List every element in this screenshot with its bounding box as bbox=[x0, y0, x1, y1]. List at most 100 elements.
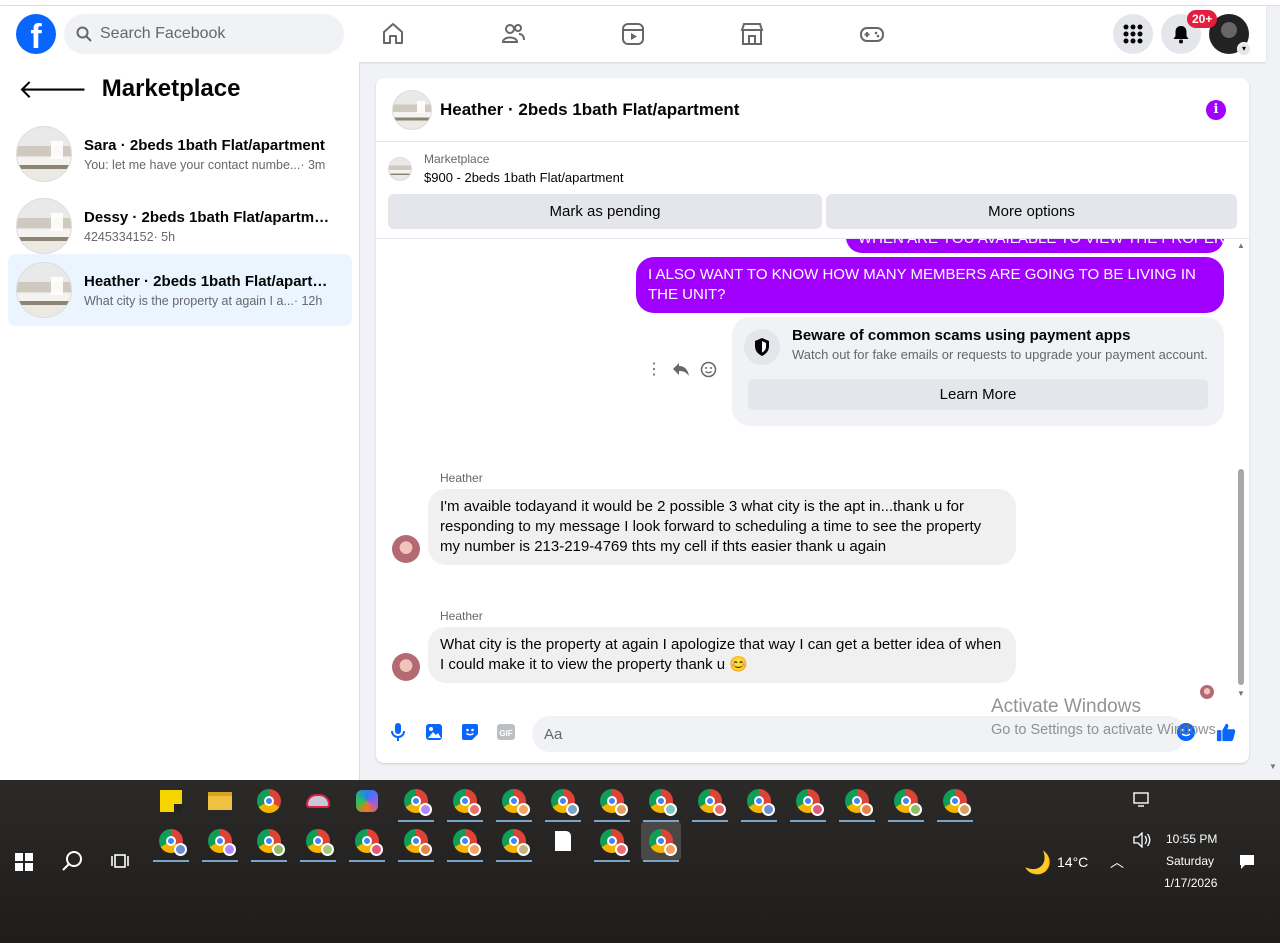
clock-time[interactable]: 10:55 PM bbox=[1166, 832, 1217, 846]
chrome-profile-window[interactable] bbox=[592, 822, 632, 862]
chrome-profile-window[interactable] bbox=[690, 782, 730, 822]
chat-title[interactable]: Heather · 2beds 1bath Flat/apartment bbox=[440, 100, 739, 120]
home-icon[interactable] bbox=[379, 20, 407, 48]
conversation-snippet: 4245334152 bbox=[84, 229, 154, 244]
chrome-profile-window[interactable] bbox=[200, 822, 240, 862]
more-icon[interactable]: ⋮ bbox=[646, 359, 662, 379]
microphone-icon[interactable] bbox=[388, 722, 408, 742]
conversation-time: · 3m bbox=[300, 157, 326, 172]
chrome-profile-window[interactable] bbox=[543, 782, 583, 822]
copilot-app[interactable] bbox=[347, 782, 387, 820]
sender-name: Heather bbox=[440, 609, 483, 623]
message-thread[interactable]: WHEN ARE YOU AVAILABLE TO VIEW THE PROPE… bbox=[376, 238, 1249, 700]
chrome-profile-window-active[interactable] bbox=[641, 822, 681, 862]
chrome-profile-window[interactable] bbox=[494, 822, 534, 862]
reply-icon[interactable] bbox=[672, 361, 690, 377]
mark-as-pending-button[interactable]: Mark as pending bbox=[388, 194, 822, 229]
search-box[interactable] bbox=[64, 14, 344, 54]
app-icon[interactable] bbox=[298, 782, 338, 820]
chrome-profile-window[interactable] bbox=[347, 822, 387, 862]
sender-name: Heather bbox=[440, 471, 483, 485]
sticky-notes-icon bbox=[160, 790, 182, 812]
conversation-title: Heather · 2beds 1bath Flat/apartm... bbox=[84, 272, 336, 290]
notification-center-icon bbox=[1240, 855, 1254, 869]
file-explorer-app[interactable] bbox=[200, 782, 240, 820]
chrome-profile-window[interactable] bbox=[445, 822, 485, 862]
chevron-up-icon[interactable]: ︿ bbox=[1110, 852, 1124, 872]
windows-start-button[interactable] bbox=[15, 853, 33, 876]
more-options-button[interactable]: More options bbox=[826, 194, 1237, 229]
learn-more-button[interactable]: Learn More bbox=[748, 379, 1208, 410]
chrome-profile-window[interactable] bbox=[886, 782, 926, 822]
chrome-profile-window[interactable] bbox=[837, 782, 877, 822]
chrome-profile-window[interactable] bbox=[396, 822, 436, 862]
chrome-profile-window[interactable] bbox=[935, 782, 975, 822]
svg-text:GIF: GIF bbox=[499, 729, 512, 738]
conversation-item-dessy[interactable]: Dessy · 2beds 1bath Flat/apartment 42453… bbox=[8, 190, 352, 262]
facebook-logo[interactable]: f bbox=[16, 14, 56, 54]
react-emoji-icon[interactable] bbox=[700, 361, 717, 378]
document-icon bbox=[555, 831, 571, 851]
emoji-icon[interactable] bbox=[1176, 722, 1196, 742]
chrome-profile-window[interactable] bbox=[494, 782, 534, 822]
moon-weather-icon[interactable]: 🌙 bbox=[1024, 850, 1051, 876]
outgoing-message: I ALSO WANT TO KNOW HOW MANY MEMBERS ARE… bbox=[636, 257, 1224, 313]
sticker-icon[interactable] bbox=[460, 722, 480, 742]
chrome-profile-window[interactable] bbox=[445, 782, 485, 822]
chat-avatar[interactable] bbox=[392, 89, 432, 130]
chrome-profile-window[interactable] bbox=[788, 782, 828, 822]
page-scroll-down-arrow[interactable]: ▼ bbox=[1269, 762, 1277, 771]
chevron-down-icon: ▾ bbox=[1237, 42, 1251, 56]
sticky-notes-app[interactable] bbox=[151, 782, 191, 820]
message-input[interactable] bbox=[532, 716, 1186, 752]
chrome-profile-window[interactable] bbox=[592, 782, 632, 822]
chat-window: Heather · 2beds 1bath Flat/apartment i M… bbox=[376, 78, 1249, 763]
scroll-down-arrow[interactable]: ▼ bbox=[1237, 689, 1245, 698]
shield-icon bbox=[744, 329, 780, 365]
friends-icon[interactable] bbox=[499, 20, 527, 48]
chrome-profile-window[interactable] bbox=[298, 822, 338, 862]
weather-temperature[interactable]: 14°C bbox=[1057, 854, 1088, 870]
info-icon[interactable]: i bbox=[1206, 100, 1226, 120]
clock-date[interactable]: 1/17/2026 bbox=[1164, 876, 1217, 890]
chrome-profile-window[interactable] bbox=[151, 822, 191, 862]
listing-label: Marketplace bbox=[424, 152, 490, 166]
video-icon[interactable] bbox=[619, 20, 647, 48]
taskbar-search-button[interactable] bbox=[61, 850, 83, 877]
chrome-profile-window[interactable] bbox=[396, 782, 436, 822]
facebook-top-bar: f 20+ ▾ bbox=[0, 6, 1266, 62]
volume-icon[interactable] bbox=[1132, 831, 1152, 853]
chrome-profile-window[interactable] bbox=[739, 782, 779, 822]
sender-avatar[interactable] bbox=[392, 653, 420, 681]
chrome-app[interactable] bbox=[249, 782, 289, 820]
task-view-button[interactable] bbox=[110, 852, 130, 875]
action-center-button[interactable] bbox=[1239, 854, 1255, 875]
sender-avatar[interactable] bbox=[392, 535, 420, 563]
thumbs-up-icon[interactable] bbox=[1216, 722, 1236, 742]
conversation-item-heather[interactable]: Heather · 2beds 1bath Flat/apartm... Wha… bbox=[8, 254, 352, 326]
page-scrollbar[interactable]: ▼ bbox=[1266, 62, 1280, 780]
chrome-profile-window[interactable] bbox=[641, 782, 681, 822]
clock-day[interactable]: Saturday bbox=[1166, 854, 1214, 868]
back-arrow-icon[interactable]: 🡐 bbox=[18, 74, 88, 104]
message-composer: GIF bbox=[376, 704, 1249, 760]
outgoing-message-partial: WHEN ARE YOU AVAILABLE TO VIEW THE PROPE… bbox=[846, 239, 1224, 253]
photo-icon[interactable] bbox=[424, 722, 444, 742]
conversation-item-sara[interactable]: Sara · 2beds 1bath Flat/apartment You: l… bbox=[8, 118, 352, 190]
gaming-icon[interactable] bbox=[858, 20, 886, 48]
listing-summary[interactable]: Marketplace $900 - 2beds 1bath Flat/apar… bbox=[388, 152, 623, 185]
scroll-up-arrow[interactable]: ▲ bbox=[1237, 241, 1245, 250]
message-scrollbar[interactable]: ▲ ▼ bbox=[1236, 239, 1246, 700]
gif-icon[interactable]: GIF bbox=[496, 722, 516, 742]
conversation-title: Dessy · 2beds 1bath Flat/apartment bbox=[84, 208, 336, 226]
scroll-thumb[interactable] bbox=[1238, 469, 1244, 685]
windows-taskbar: 🌙 14°C ︿ 10:55 PM Saturday 1/17/2026 bbox=[0, 780, 1280, 943]
network-icon[interactable] bbox=[1132, 792, 1152, 813]
windows-logo-icon bbox=[15, 853, 33, 871]
menu-grid-button[interactable] bbox=[1113, 14, 1153, 54]
chrome-profile-window[interactable] bbox=[249, 822, 289, 862]
marketplace-icon[interactable] bbox=[738, 20, 766, 48]
notepad-app[interactable] bbox=[543, 822, 583, 860]
search-input[interactable] bbox=[100, 25, 320, 43]
conversation-time: · 12h bbox=[293, 293, 323, 308]
